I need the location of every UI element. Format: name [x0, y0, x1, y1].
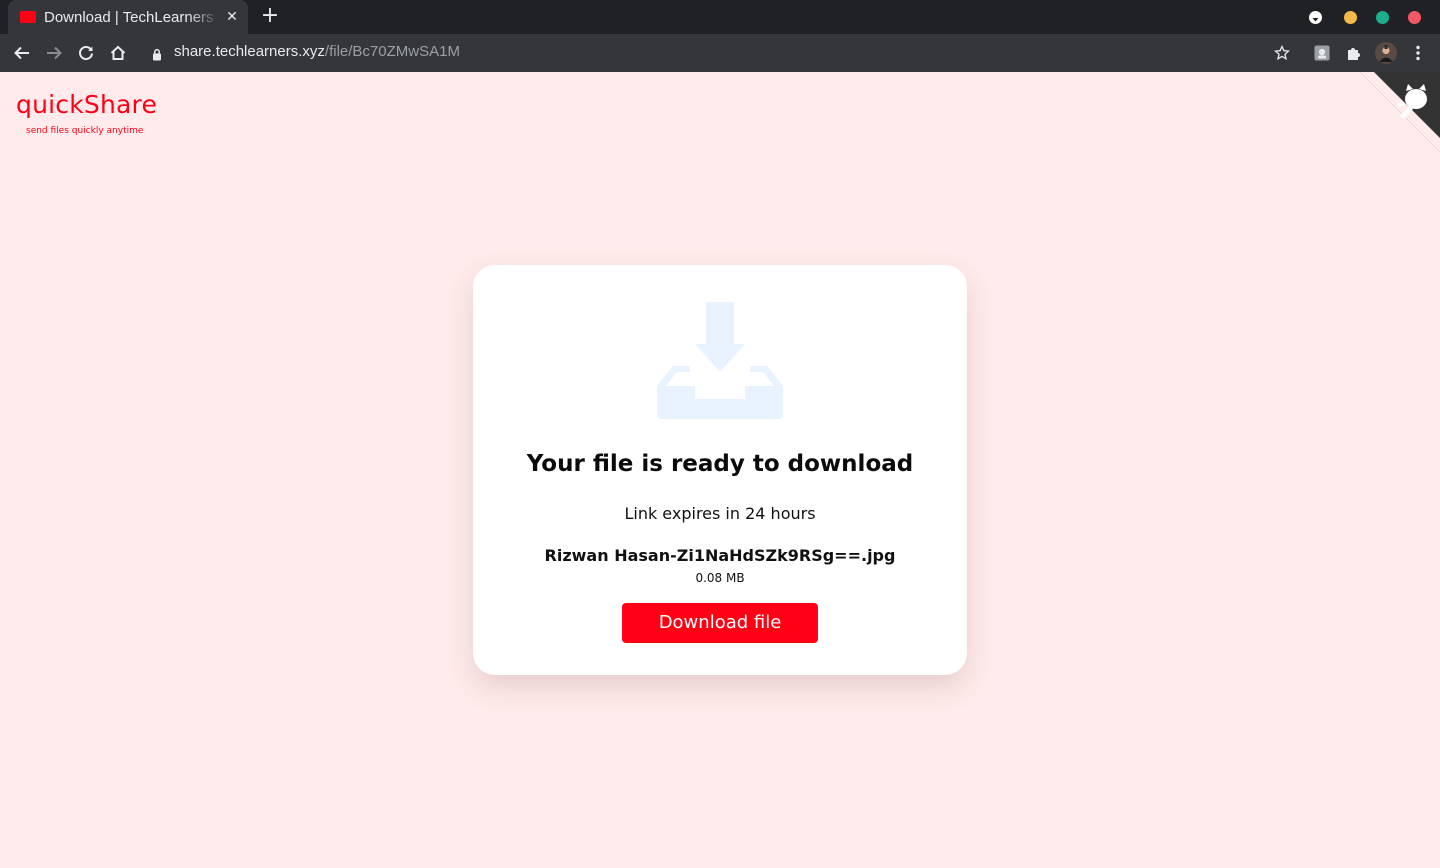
new-tab-button[interactable]: +	[258, 5, 282, 29]
file-name: Rizwan Hasan-Zi1NaHdSZk9RSg==.jpg	[544, 546, 896, 565]
window-close-button[interactable]	[1408, 11, 1421, 24]
github-corner-link[interactable]	[1360, 72, 1440, 152]
url-host: share.techlearners.xyz	[174, 43, 325, 60]
window-minimize-button[interactable]	[1344, 11, 1357, 24]
site-tagline: send files quickly anytime	[26, 126, 144, 136]
window-menu-button[interactable]	[1309, 11, 1322, 24]
page-content: quickShare send files quickly anytime Yo…	[0, 72, 1440, 868]
site-logo[interactable]: quickShare	[16, 90, 157, 119]
back-button[interactable]	[10, 41, 34, 65]
url-path: /file/Bc70ZMwSA1M	[324, 43, 460, 60]
address-bar[interactable]: share.techlearners.xyz/file/Bc70ZMwSA1M	[174, 43, 460, 60]
extension-app-icon[interactable]	[1311, 42, 1333, 64]
browser-toolbar: share.techlearners.xyz/file/Bc70ZMwSA1M	[0, 34, 1440, 72]
download-title: Your file is ready to download	[526, 451, 914, 477]
profile-avatar[interactable]	[1375, 42, 1397, 64]
bookmark-star-icon[interactable]	[1271, 42, 1293, 64]
more-menu-icon[interactable]	[1407, 42, 1429, 64]
tab-favicon-icon	[20, 11, 36, 23]
arrow-right-icon	[47, 46, 62, 60]
window-maximize-button[interactable]	[1376, 11, 1389, 24]
browser-tab[interactable]: Download | TechLearners ✕	[8, 0, 248, 34]
tab-close-icon[interactable]: ✕	[224, 9, 240, 25]
home-icon	[110, 45, 126, 60]
arrow-left-icon	[14, 46, 29, 60]
download-file-button[interactable]: Download file	[622, 603, 818, 643]
lock-icon[interactable]	[152, 46, 162, 65]
file-size: 0.08 MB	[695, 571, 745, 585]
download-card: Your file is ready to download Link expi…	[473, 265, 967, 675]
reload-button[interactable]	[74, 41, 98, 65]
chevron-down-icon	[1312, 18, 1319, 22]
forward-button[interactable]	[42, 41, 66, 65]
extensions-puzzle-icon[interactable]	[1343, 42, 1365, 64]
browser-tab-strip: Download | TechLearners ✕ +	[0, 0, 1440, 34]
link-expiry-text: Link expires in 24 hours	[624, 504, 816, 523]
reload-icon	[79, 46, 93, 60]
download-tray-icon	[657, 302, 783, 419]
github-octocat-icon	[1360, 72, 1440, 152]
home-button[interactable]	[106, 41, 130, 65]
tab-title: Download | TechLearners	[44, 8, 214, 26]
